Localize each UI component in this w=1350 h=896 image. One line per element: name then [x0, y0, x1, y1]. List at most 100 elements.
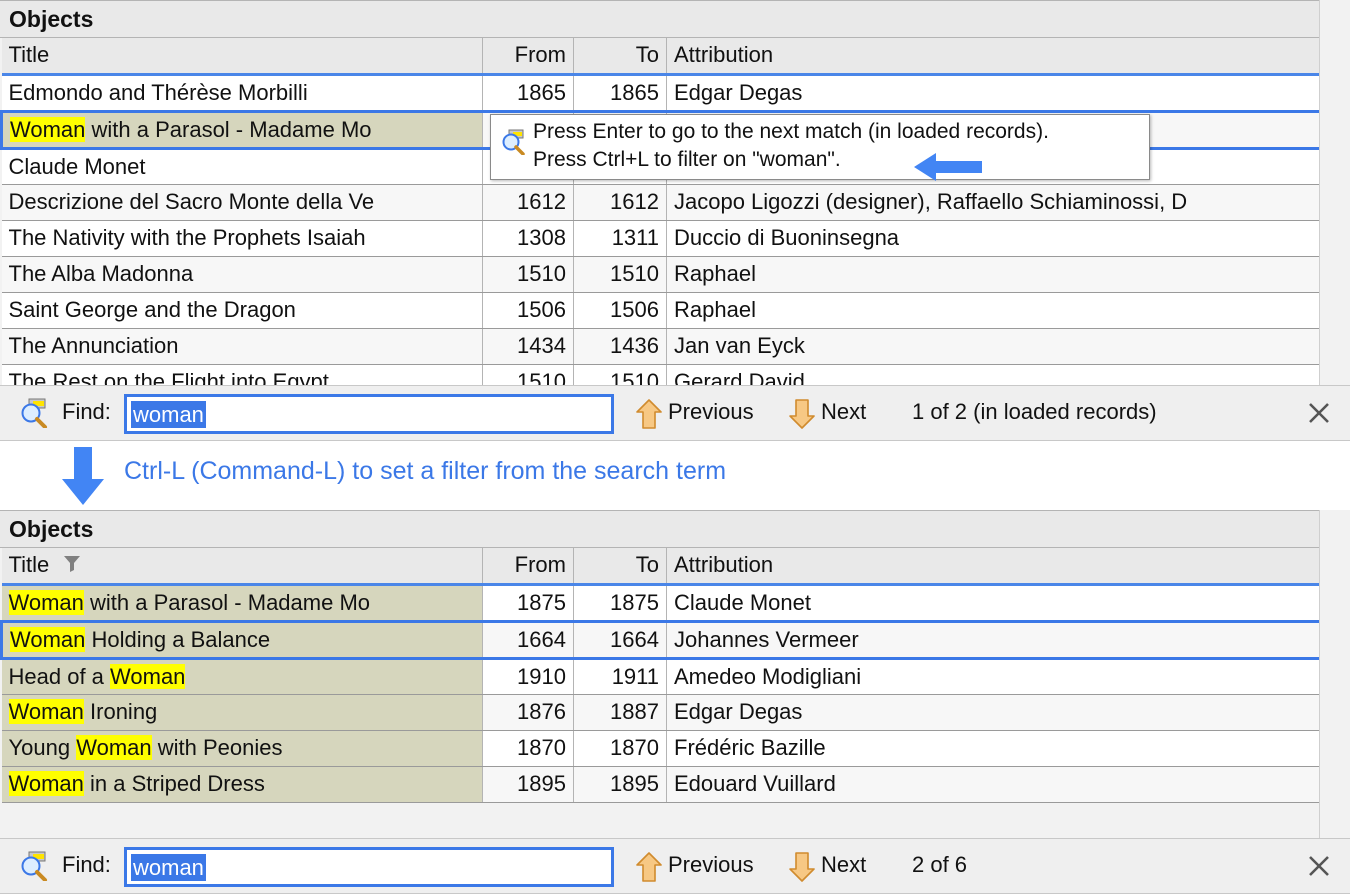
cell-attribution[interactable]: Raphael	[666, 256, 1322, 293]
cell-from[interactable]: 1612	[482, 184, 574, 221]
next-button[interactable]: Next	[821, 852, 866, 878]
find-label: Find:	[62, 399, 111, 424]
table-row[interactable]: Woman Holding a Balance 1664 1664 Johannes …	[0, 619, 1323, 660]
cell-attribution[interactable]: Edouard Vuillard	[666, 766, 1322, 803]
table-row[interactable]: Young Woman with Peonies 1870 1870 Frédéric…	[1, 730, 1322, 767]
cell-title[interactable]: Woman with a Parasol - Madame Mo	[0, 109, 483, 150]
cell-title[interactable]: The Annunciation	[1, 328, 483, 365]
table-row[interactable]: Woman in a Striped Dress 1895 1895 Edouard …	[1, 766, 1322, 803]
find-magnifier-icon	[20, 851, 50, 886]
cell-to[interactable]: 1311	[573, 220, 667, 257]
close-icon[interactable]	[1306, 400, 1332, 431]
cell-from[interactable]: 1308	[482, 220, 574, 257]
search-input[interactable]: woman	[124, 847, 614, 887]
cell-title[interactable]: Woman Ironing	[1, 694, 483, 731]
cell-title[interactable]: Edmondo and Thérèse Morbilli	[1, 74, 483, 112]
objects-table-unfiltered: Title From To Attribution Edmondo and Th…	[0, 38, 1323, 401]
vertical-scrollbar-bottom[interactable]	[1319, 510, 1350, 838]
table-header-row: Title From To Attribution	[1, 38, 1322, 76]
cell-to[interactable]: 1875	[573, 584, 667, 622]
vertical-scrollbar-top[interactable]	[1319, 0, 1350, 385]
column-header-to[interactable]: To	[573, 38, 667, 76]
cell-attribution[interactable]: Raphael	[666, 292, 1322, 329]
arrow-up-icon[interactable]	[636, 852, 662, 887]
down-arrow-annotation-icon	[56, 445, 110, 512]
panel-title-objects-top: Objects	[0, 0, 1320, 38]
tooltip-line-1: Press Enter to go to the next match (in …	[533, 120, 1049, 143]
objects-panel-filtered: Objects Title From To Attribution Woman …	[0, 510, 1350, 838]
cell-attribution[interactable]: Jacopo Ligozzi (designer), Raffaello Sch…	[666, 184, 1322, 221]
cell-from[interactable]: 1664	[482, 619, 574, 660]
cell-to[interactable]: 1612	[573, 184, 667, 221]
cell-title[interactable]: Woman in a Striped Dress	[1, 766, 483, 803]
cell-from[interactable]: 1910	[482, 658, 574, 695]
funnel-filter-icon[interactable]	[62, 553, 82, 579]
next-button[interactable]: Next	[821, 399, 866, 425]
cell-from[interactable]: 1870	[482, 730, 574, 767]
cell-attribution[interactable]: Frédéric Bazille	[666, 730, 1322, 767]
find-label: Find:	[62, 852, 111, 877]
search-input-value: woman	[131, 401, 206, 428]
column-header-title[interactable]: Title	[1, 548, 483, 586]
cell-to[interactable]: 1510	[573, 256, 667, 293]
cell-attribution[interactable]: Jan van Eyck	[666, 328, 1322, 365]
table-row[interactable]: The Nativity with the Prophets Isaiah 130…	[1, 220, 1322, 257]
cell-to[interactable]: 1895	[573, 766, 667, 803]
screenshot-root: Objects Title From To Attribution Edmond…	[0, 0, 1350, 896]
cell-title[interactable]: Descrizione del Sacro Monte della Ve	[1, 184, 483, 221]
cell-attribution[interactable]: Edgar Degas	[666, 74, 1322, 112]
cell-to[interactable]: 1870	[573, 730, 667, 767]
cell-from[interactable]: 1434	[482, 328, 574, 365]
search-input[interactable]: woman	[124, 394, 614, 434]
cell-attribution[interactable]: Claude Monet	[666, 584, 1322, 622]
arrow-down-icon[interactable]	[789, 399, 815, 434]
cell-from[interactable]: 1865	[482, 74, 574, 112]
column-header-attribution[interactable]: Attribution	[666, 38, 1322, 76]
table-row[interactable]: Head of a Woman 1910 1911 Amedeo Modigliani	[1, 658, 1322, 695]
arrow-down-icon[interactable]	[789, 852, 815, 887]
cell-to[interactable]: 1664	[573, 619, 667, 660]
cell-from[interactable]: 1506	[482, 292, 574, 329]
cell-attribution[interactable]: Duccio di Buoninsegna	[666, 220, 1322, 257]
cell-to[interactable]: 1436	[573, 328, 667, 365]
find-bar-top: Find: woman Previous Next 1 of 2 (in loa…	[0, 385, 1350, 441]
table-row[interactable]: The Alba Madonna 1510 1510 Raphael	[1, 256, 1322, 293]
cell-attribution[interactable]: Amedeo Modigliani	[666, 658, 1322, 695]
table-row[interactable]: Woman Ironing 1876 1887 Edgar Degas	[1, 694, 1322, 731]
column-header-to[interactable]: To	[573, 548, 667, 586]
column-header-from[interactable]: From	[482, 38, 574, 76]
cell-title[interactable]: The Nativity with the Prophets Isaiah	[1, 220, 483, 257]
table-row[interactable]: Edmondo and Thérèse Morbilli 1865 1865 Edga…	[1, 74, 1322, 112]
cell-title[interactable]: Claude Monet	[1, 148, 483, 185]
cell-from[interactable]: 1510	[482, 256, 574, 293]
previous-button[interactable]: Previous	[668, 399, 754, 425]
table-row[interactable]: Woman with a Parasol - Madame Mo 1875 1875…	[1, 584, 1322, 622]
table-row[interactable]: Saint George and the Dragon 1506 1506 Rapha…	[1, 292, 1322, 329]
previous-button[interactable]: Previous	[668, 852, 754, 878]
cell-title[interactable]: Young Woman with Peonies	[1, 730, 483, 767]
find-magnifier-icon	[501, 129, 527, 160]
column-header-title[interactable]: Title	[1, 38, 483, 76]
column-header-attribution[interactable]: Attribution	[666, 548, 1322, 586]
cell-to[interactable]: 1911	[573, 658, 667, 695]
cell-title[interactable]: Head of a Woman	[1, 658, 483, 695]
cell-title[interactable]: Woman with a Parasol - Madame Mo	[1, 584, 483, 622]
cell-from[interactable]: 1895	[482, 766, 574, 803]
cell-title[interactable]: The Alba Madonna	[1, 256, 483, 293]
cell-title[interactable]: Woman Holding a Balance	[0, 619, 483, 660]
column-header-from[interactable]: From	[482, 548, 574, 586]
table-row[interactable]: Descrizione del Sacro Monte della Ve 1612…	[1, 184, 1322, 221]
annotation-strip: Ctrl-L (Command-L) to set a filter from …	[0, 441, 1350, 510]
search-match-highlight: Woman	[8, 699, 84, 724]
cell-to[interactable]: 1865	[573, 74, 667, 112]
cell-title[interactable]: Saint George and the Dragon	[1, 292, 483, 329]
arrow-up-icon[interactable]	[636, 399, 662, 434]
cell-attribution[interactable]: Edgar Degas	[666, 694, 1322, 731]
cell-to[interactable]: 1887	[573, 694, 667, 731]
cell-from[interactable]: 1875	[482, 584, 574, 622]
cell-from[interactable]: 1876	[482, 694, 574, 731]
cell-to[interactable]: 1506	[573, 292, 667, 329]
cell-attribution[interactable]: Johannes Vermeer	[666, 619, 1323, 660]
table-row[interactable]: The Annunciation 1434 1436 Jan van Eyck	[1, 328, 1322, 365]
close-icon[interactable]	[1306, 853, 1332, 884]
